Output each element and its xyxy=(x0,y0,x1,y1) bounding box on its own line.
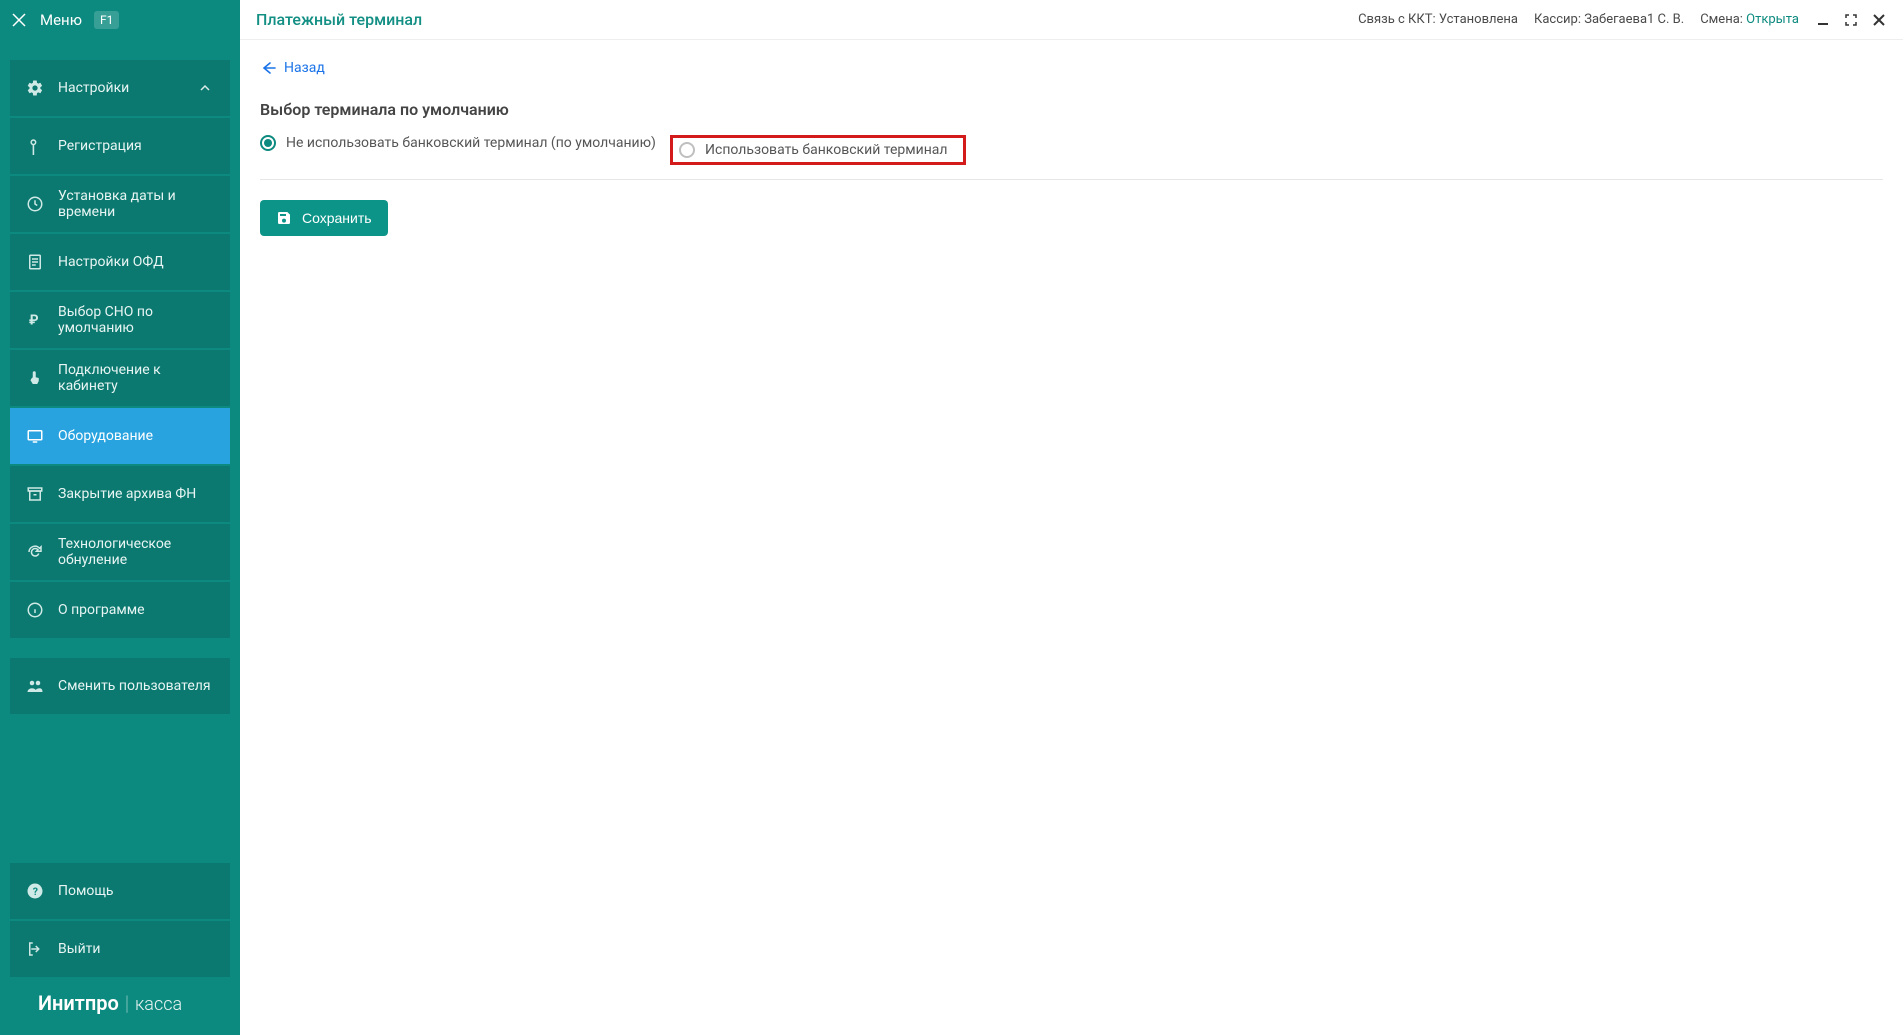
f1-badge: F1 xyxy=(94,11,119,29)
sidebar-item-techreset[interactable]: Технологическое обнуление xyxy=(10,524,230,580)
sidebar-item-cabinet[interactable]: Подключение к кабинету xyxy=(10,350,230,406)
topbar: Платежный терминал Связь с ККТ: Установл… xyxy=(240,0,1903,40)
sidebar-item-registration[interactable]: Регистрация xyxy=(10,118,230,174)
sidebar-item-help[interactable]: ? Помощь xyxy=(10,863,230,919)
sidebar-item-label: Выйти xyxy=(58,941,101,957)
divider xyxy=(260,179,1883,180)
sidebar-item-about[interactable]: О программе xyxy=(10,582,230,638)
brand-logo: Инитпро | касса xyxy=(0,979,240,1035)
svg-text:?: ? xyxy=(33,885,38,898)
refresh-icon xyxy=(26,543,44,561)
radio-label: Использовать банковский терминал xyxy=(705,142,947,158)
sidebar-item-label: Технологическое обнуление xyxy=(58,536,214,568)
close-icon[interactable] xyxy=(1871,12,1887,28)
sidebar-item-settings[interactable]: Настройки xyxy=(10,60,230,116)
archive-icon xyxy=(26,485,44,503)
touch-icon xyxy=(26,369,44,387)
menu-label: Меню xyxy=(40,11,82,29)
page-title: Платежный терминал xyxy=(256,10,422,29)
sidebar: Меню F1 Настройки Регистрация Установка … xyxy=(0,0,240,1035)
fullscreen-icon[interactable] xyxy=(1843,12,1859,28)
users-icon xyxy=(26,677,44,695)
sidebar-item-equipment[interactable]: Оборудование xyxy=(10,408,230,464)
sidebar-item-label: Закрытие архива ФН xyxy=(58,486,196,502)
ruble-icon: ₽ xyxy=(26,311,44,329)
sidebar-header: Меню F1 xyxy=(0,0,240,40)
clock-icon xyxy=(26,195,44,213)
gear-icon xyxy=(26,79,44,97)
sidebar-item-archive[interactable]: Закрытие архива ФН xyxy=(10,466,230,522)
sidebar-item-datetime[interactable]: Установка даты и времени xyxy=(10,176,230,232)
save-button[interactable]: Сохранить xyxy=(260,200,388,236)
sidebar-item-label: Выбор СНО по умолчанию xyxy=(58,304,214,336)
brand-bold: Инитпро xyxy=(38,991,119,1015)
sidebar-item-label: Помощь xyxy=(58,883,114,899)
device-icon xyxy=(26,427,44,445)
sidebar-item-label: Сменить пользователя xyxy=(58,678,211,694)
brand-light: касса xyxy=(135,994,182,1015)
sidebar-item-label: Установка даты и времени xyxy=(58,188,214,220)
save-icon xyxy=(276,210,292,226)
sidebar-item-label: О программе xyxy=(58,602,145,618)
document-icon xyxy=(26,253,44,271)
back-label: Назад xyxy=(284,60,325,76)
key-icon xyxy=(26,137,44,155)
info-icon xyxy=(26,601,44,619)
sidebar-item-label: Настройки ОФД xyxy=(58,254,164,270)
main: Платежный терминал Связь с ККТ: Установл… xyxy=(240,0,1903,1035)
minimize-icon[interactable] xyxy=(1815,12,1831,28)
sidebar-item-exit[interactable]: Выйти xyxy=(10,921,230,977)
radio-group: Не использовать банковский терминал (по … xyxy=(260,135,1883,165)
cashier-status: Кассир: Забегаева1 С. В. xyxy=(1534,12,1684,27)
sidebar-item-sno[interactable]: ₽ Выбор СНО по умолчанию xyxy=(10,292,230,348)
radio-label: Не использовать банковский терминал (по … xyxy=(286,135,656,151)
chevron-up-icon xyxy=(196,79,214,97)
save-label: Сохранить xyxy=(302,210,372,226)
back-link[interactable]: Назад xyxy=(260,60,325,76)
topbar-status: Связь с ККТ: Установлена Кассир: Забегае… xyxy=(1358,12,1887,28)
sidebar-item-label: Подключение к кабинету xyxy=(58,362,214,394)
svg-text:₽: ₽ xyxy=(29,313,39,329)
arrow-left-icon xyxy=(260,60,276,76)
sidebar-item-ofd[interactable]: Настройки ОФД xyxy=(10,234,230,290)
radio-icon xyxy=(679,142,695,158)
help-icon: ? xyxy=(26,882,44,900)
exit-icon xyxy=(26,940,44,958)
sidebar-item-label: Настройки xyxy=(58,80,129,96)
sidebar-item-label: Регистрация xyxy=(58,138,142,154)
radio-use-terminal[interactable]: Использовать банковский терминал xyxy=(670,135,966,165)
sidebar-item-switch-user[interactable]: Сменить пользователя xyxy=(10,658,230,714)
sidebar-item-label: Оборудование xyxy=(58,428,153,444)
close-menu-icon[interactable] xyxy=(10,11,28,29)
radio-not-use-terminal[interactable]: Не использовать банковский терминал (по … xyxy=(260,135,670,151)
radio-icon xyxy=(260,135,276,151)
content: Назад Выбор терминала по умолчанию Не ис… xyxy=(240,40,1903,256)
kkt-status: Связь с ККТ: Установлена xyxy=(1358,12,1518,27)
section-heading: Выбор терминала по умолчанию xyxy=(260,100,1883,119)
shift-status: Смена: Открыта xyxy=(1700,12,1799,27)
